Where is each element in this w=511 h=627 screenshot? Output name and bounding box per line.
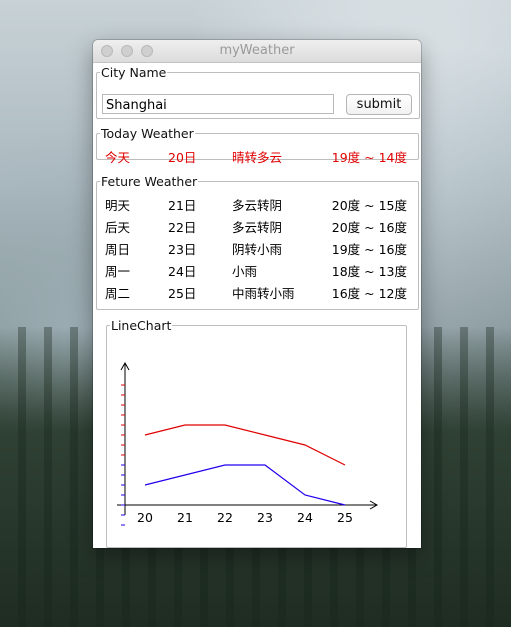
line-chart: 20 21 22 23 24 25	[117, 361, 379, 526]
forecast-row: 明天 21日 多云转阴 20度 ~ 15度	[97, 195, 417, 215]
x-tick-label: 25	[337, 510, 353, 525]
forecast-condition: 中雨转小雨	[232, 286, 295, 301]
forecast-date: 24日	[168, 264, 197, 279]
city-group-label: City Name	[101, 65, 167, 80]
x-tick-label: 24	[297, 510, 313, 525]
today-temp: 19度 ~ 14度	[331, 150, 407, 165]
low-temp-line	[144, 464, 346, 506]
forecast-temp: 19度 ~ 16度	[331, 242, 407, 257]
forecast-date: 25日	[168, 286, 197, 301]
forecast-row: 周一 24日 小雨 18度 ~ 13度	[97, 261, 417, 281]
today-condition: 晴转多云	[232, 150, 283, 165]
forecast-date: 23日	[168, 242, 197, 257]
forecast-row: 周日 23日 阴转小雨 19度 ~ 16度	[97, 239, 417, 259]
forecast-day: 周一	[105, 264, 131, 279]
forecast-temp: 20度 ~ 15度	[331, 198, 407, 213]
line-chart-group: LineChart 20 21 22 23 24 25	[106, 318, 407, 548]
forecast-day: 周日	[105, 242, 131, 257]
future-weather-group: Feture Weather 明天 21日 多云转阴 20度 ~ 15度 后天 …	[96, 174, 419, 310]
today-date: 20日	[168, 150, 197, 165]
forecast-condition: 多云转阴	[232, 220, 283, 235]
forecast-condition: 多云转阴	[232, 198, 283, 213]
submit-button[interactable]: submit	[346, 94, 412, 115]
x-tick-label: 21	[177, 510, 193, 525]
window-title: myWeather	[219, 43, 295, 58]
forecast-day: 周二	[105, 286, 131, 301]
today-row: 今天 20日 晴转多云 19度 ~ 14度	[97, 147, 417, 167]
line-chart-label: LineChart	[111, 318, 172, 333]
x-tick-label: 23	[257, 510, 273, 525]
app-window: myWeather City Name submit Today Weather…	[93, 40, 421, 548]
high-temp-line	[144, 424, 346, 466]
forecast-row: 后天 22日 多云转阴 20度 ~ 16度	[97, 217, 417, 237]
today-weather-group: Today Weather 今天 20日 晴转多云 19度 ~ 14度	[96, 126, 419, 165]
forecast-temp: 18度 ~ 13度	[331, 264, 407, 279]
forecast-condition: 小雨	[232, 264, 258, 279]
forecast-condition: 阴转小雨	[232, 242, 283, 257]
today-weather-label: Today Weather	[101, 126, 194, 141]
forecast-date: 22日	[168, 220, 197, 235]
forecast-temp: 20度 ~ 16度	[331, 220, 407, 235]
future-weather-label: Feture Weather	[101, 174, 198, 189]
forecast-day: 明天	[105, 198, 131, 213]
forecast-row: 周二 25日 中雨转小雨 16度 ~ 12度	[97, 283, 417, 303]
forecast-day: 后天	[105, 220, 131, 235]
city-input[interactable]	[102, 94, 334, 114]
city-group: City Name submit	[96, 65, 420, 119]
x-tick-label: 22	[217, 510, 233, 525]
today-day: 今天	[105, 150, 131, 165]
forecast-temp: 16度 ~ 12度	[331, 286, 407, 301]
forecast-date: 21日	[168, 198, 197, 213]
title-bar[interactable]: myWeather	[93, 40, 421, 63]
x-tick-label: 20	[137, 510, 153, 525]
